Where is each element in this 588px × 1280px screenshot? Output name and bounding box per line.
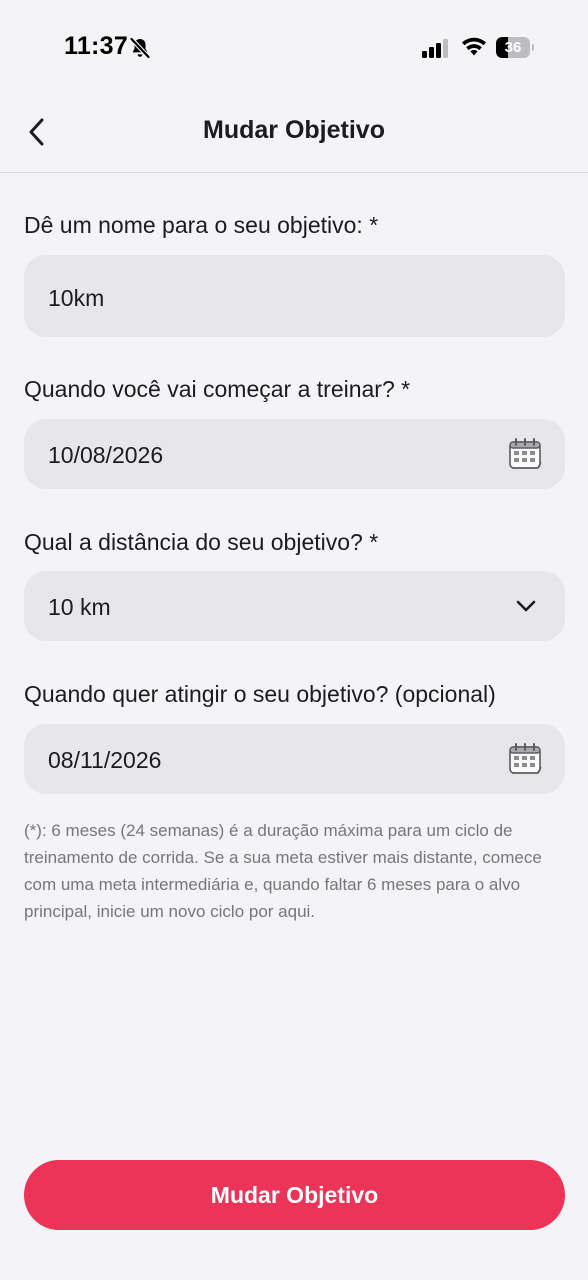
chevron-down-icon bbox=[516, 600, 536, 612]
battery-icon: 36 bbox=[496, 37, 534, 58]
target-date-label: Quando quer atingir o seu objetivo? (opc… bbox=[24, 681, 496, 707]
status-bar: 11:37 36 bbox=[0, 0, 588, 96]
battery-tip bbox=[532, 44, 534, 51]
calendar-icon[interactable] bbox=[507, 437, 543, 471]
change-goal-button[interactable]: Mudar Objetivo bbox=[24, 1160, 565, 1230]
screen: 11:37 36 Mudar Objetivo Dê um nome para … bbox=[0, 0, 588, 1280]
battery-level: 36 bbox=[504, 39, 522, 56]
goal-name-label: Dê um nome para o seu objetivo: * bbox=[24, 212, 379, 238]
wifi-icon bbox=[462, 37, 486, 56]
bell-off-icon bbox=[129, 37, 151, 59]
status-time: 11:37 bbox=[64, 32, 129, 60]
calendar-icon[interactable] bbox=[507, 742, 543, 776]
header: Mudar Objetivo bbox=[0, 96, 588, 173]
distance-label: Qual a distância do seu objetivo? * bbox=[24, 529, 379, 555]
start-date-label: Quando você vai começar a treinar? * bbox=[24, 376, 411, 402]
goal-name-input[interactable]: 10km bbox=[24, 255, 565, 337]
duration-note: (*): 6 meses (24 semanas) é a duração má… bbox=[24, 821, 542, 921]
goal-name-value: 10km bbox=[48, 285, 105, 311]
distance-value: 10 km bbox=[48, 594, 111, 620]
start-date-input[interactable]: 10/08/2026 bbox=[24, 419, 565, 489]
page-title: Mudar Objetivo bbox=[203, 116, 385, 144]
target-date-value: 08/11/2026 bbox=[48, 747, 162, 773]
target-date-input[interactable]: 08/11/2026 bbox=[24, 724, 565, 794]
cellular-signal-icon bbox=[422, 39, 448, 58]
start-date-value: 10/08/2026 bbox=[48, 442, 164, 468]
distance-select[interactable]: 10 km bbox=[24, 571, 565, 641]
